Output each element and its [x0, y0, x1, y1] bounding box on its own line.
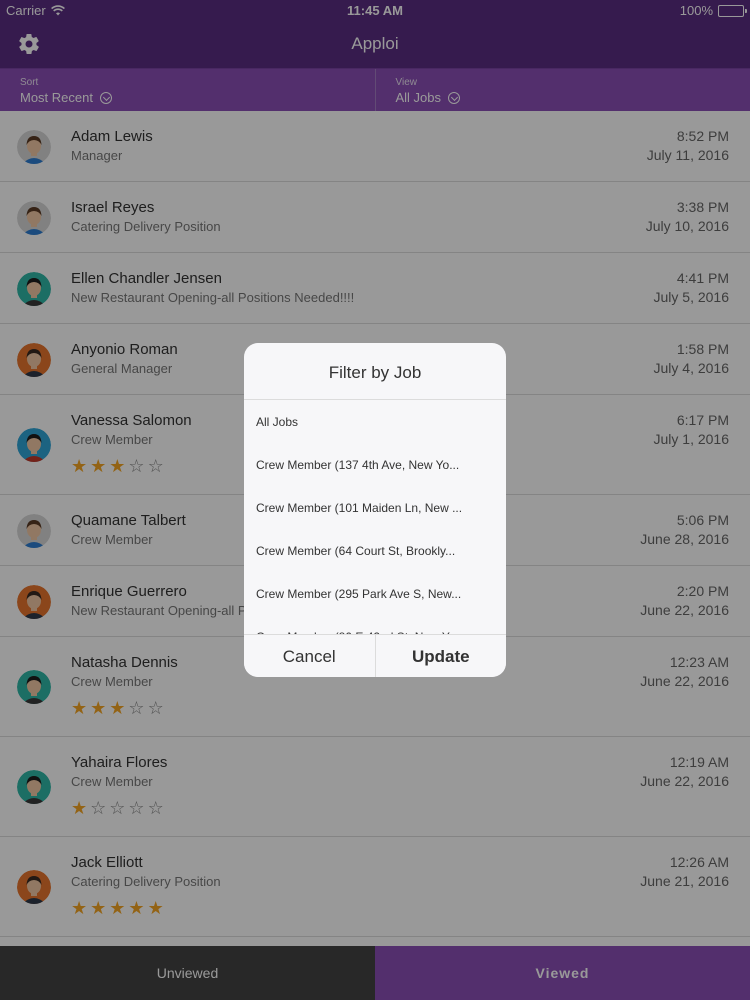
job-option[interactable]: Crew Member (64 Court St, Brookly... [244, 530, 506, 573]
dialog-title: Filter by Job [244, 343, 506, 400]
job-option[interactable]: Crew Member (101 Maiden Ln, New ... [244, 487, 506, 530]
dialog-actions: Cancel Update [244, 634, 506, 677]
job-option[interactable]: Crew Member (295 Park Ave S, New... [244, 573, 506, 616]
job-option[interactable]: All Jobs [244, 401, 506, 444]
filter-by-job-dialog: Filter by Job All Jobs Crew Member (137 … [244, 343, 506, 677]
cancel-button[interactable]: Cancel [244, 635, 375, 677]
job-option-list[interactable]: All Jobs Crew Member (137 4th Ave, New Y… [244, 401, 506, 634]
job-option[interactable]: Crew Member (80 E 42nd St, New Y... [244, 616, 506, 634]
update-button[interactable]: Update [374, 635, 507, 677]
job-option[interactable]: Crew Member (137 4th Ave, New Yo... [244, 444, 506, 487]
